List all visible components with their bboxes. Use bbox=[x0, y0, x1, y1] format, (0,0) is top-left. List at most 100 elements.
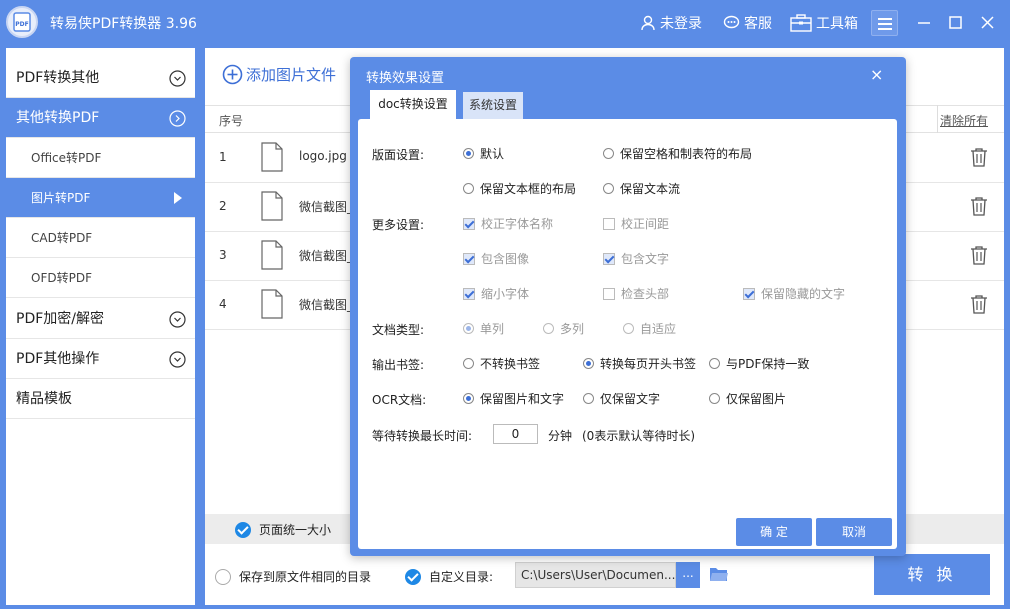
app-title: 转易侠PDF转换器 3.96 bbox=[50, 16, 197, 32]
layout-keep-textflow-radio[interactable]: 保留文本流 bbox=[603, 180, 680, 197]
trash-icon[interactable] bbox=[970, 245, 988, 265]
add-image-button[interactable]: 添加图片文件 bbox=[222, 64, 336, 85]
checkbox-checked-icon bbox=[603, 252, 615, 265]
checkbox-icon bbox=[603, 217, 615, 230]
minimize-button[interactable] bbox=[910, 8, 938, 36]
check-header-checkbox[interactable]: 检查头部 bbox=[603, 285, 669, 302]
sidebar-item-image-to-pdf[interactable]: 图片转PDF bbox=[6, 178, 195, 218]
sidebar-item-cad-to-pdf[interactable]: CAD转PDF bbox=[6, 218, 195, 258]
radio-icon bbox=[623, 323, 634, 334]
fix-font-name-checkbox[interactable]: 校正字体名称 bbox=[463, 215, 553, 232]
ocr-image-text-radio[interactable]: 保留图片和文字 bbox=[463, 390, 564, 407]
doc-type-label: 文档类型: bbox=[372, 323, 425, 337]
file-icon bbox=[261, 240, 283, 270]
maximize-button[interactable] bbox=[942, 8, 970, 36]
unify-size-label: 页面统一大小 bbox=[259, 523, 332, 537]
tab-system-settings[interactable]: 系统设置 bbox=[463, 92, 523, 119]
trash-icon[interactable] bbox=[970, 294, 988, 314]
login-button[interactable]: 未登录 bbox=[640, 13, 702, 33]
service-button[interactable]: 客服 bbox=[723, 13, 772, 33]
bookmark-none-radio[interactable]: 不转换书签 bbox=[463, 355, 540, 372]
sidebar-item-pdf-encrypt[interactable]: PDF加密/解密 bbox=[6, 299, 195, 339]
chevron-down-icon bbox=[169, 70, 186, 87]
save-same-dir-radio[interactable]: 保存到原文件相同的目录 bbox=[215, 568, 371, 585]
sidebar-item-templates[interactable]: 精品模板 bbox=[6, 379, 195, 419]
sidebar-item-other-to-pdf[interactable]: 其他转换PDF bbox=[6, 98, 195, 138]
file-icon bbox=[261, 289, 283, 319]
include-text-checkbox[interactable]: 包含文字 bbox=[603, 250, 669, 267]
ocr-image-only-radio[interactable]: 仅保留图片 bbox=[709, 390, 786, 407]
radio-icon bbox=[463, 358, 474, 369]
sidebar-item-pdf-other-ops[interactable]: PDF其他操作 bbox=[6, 339, 195, 379]
trash-icon[interactable] bbox=[970, 147, 988, 167]
menu-button[interactable] bbox=[871, 10, 898, 36]
radio-icon bbox=[583, 393, 594, 404]
row-number: 3 bbox=[219, 248, 227, 262]
option-label: 多列 bbox=[560, 322, 585, 336]
option-label: 校正字体名称 bbox=[481, 217, 554, 231]
close-button[interactable] bbox=[974, 8, 1002, 36]
conversion-settings-dialog: 转换效果设置 × doc转换设置 系统设置 版面设置: 默认 保留空格和制表符的… bbox=[350, 57, 906, 556]
checkbox-checked-icon bbox=[463, 287, 475, 300]
fix-spacing-checkbox[interactable]: 校正间距 bbox=[603, 215, 669, 232]
sidebar-item-pdf-to-other[interactable]: PDF转换其他 bbox=[6, 58, 195, 98]
bookmark-keep-pdf-radio[interactable]: 与PDF保持一致 bbox=[709, 355, 809, 372]
tab-doc-settings[interactable]: doc转换设置 bbox=[370, 90, 456, 119]
option-label: 转换每页开头书签 bbox=[600, 357, 697, 371]
clear-all-link[interactable]: 清除所有 bbox=[940, 112, 988, 129]
cancel-button[interactable]: 取消 bbox=[816, 518, 892, 546]
layout-keep-textbox-radio[interactable]: 保留文本框的布局 bbox=[463, 180, 576, 197]
file-icon bbox=[261, 191, 283, 221]
wait-time-input[interactable]: 0 bbox=[493, 424, 538, 444]
radio-icon bbox=[603, 148, 614, 159]
output-path-field[interactable]: C:\Users\User\Documen... bbox=[515, 562, 676, 588]
option-label: 单列 bbox=[480, 322, 505, 336]
ocr-text-only-radio[interactable]: 仅保留文字 bbox=[583, 390, 660, 407]
option-label: 保留图片和文字 bbox=[480, 392, 565, 406]
option-label: 不转换书签 bbox=[480, 357, 541, 371]
option-label: 默认 bbox=[480, 147, 505, 161]
dialog-title: 转换效果设置 bbox=[366, 71, 445, 86]
option-label: 自适应 bbox=[640, 322, 677, 336]
unify-size-checkbox[interactable]: 页面统一大小 bbox=[235, 521, 331, 538]
shrink-font-checkbox[interactable]: 缩小字体 bbox=[463, 285, 529, 302]
keep-hidden-text-checkbox[interactable]: 保留隐藏的文字 bbox=[743, 285, 845, 302]
check-circle-icon bbox=[235, 521, 251, 538]
login-label: 未登录 bbox=[660, 16, 702, 32]
arrow-right-icon bbox=[174, 192, 182, 204]
checkbox-icon bbox=[603, 287, 615, 300]
trash-icon[interactable] bbox=[970, 196, 988, 216]
check-circle-icon bbox=[405, 568, 421, 585]
radio-selected-icon bbox=[463, 393, 474, 404]
option-label: 与PDF保持一致 bbox=[726, 357, 810, 371]
doctype-single-radio[interactable]: 单列 bbox=[463, 320, 504, 337]
sidebar-item-ofd-to-pdf[interactable]: OFD转PDF bbox=[6, 258, 195, 298]
radio-selected-icon bbox=[583, 358, 594, 369]
app-logo-icon: PDF bbox=[6, 6, 38, 38]
layout-default-radio[interactable]: 默认 bbox=[463, 145, 504, 162]
ocr-label: OCR文档: bbox=[372, 393, 427, 407]
custom-dir-radio[interactable]: 自定义目录: bbox=[405, 568, 493, 585]
layout-keep-spaces-radio[interactable]: 保留空格和制表符的布局 bbox=[603, 145, 752, 162]
file-icon bbox=[261, 142, 283, 172]
chevron-down-icon bbox=[169, 351, 186, 368]
doctype-multi-radio[interactable]: 多列 bbox=[543, 320, 584, 337]
sidebar: PDF转换其他 其他转换PDF Office转PDF 图片转PDF CAD转PD… bbox=[6, 48, 195, 605]
browse-button[interactable]: ... bbox=[676, 562, 700, 588]
title-bar: PDF 转易侠PDF转换器 3.96 未登录 客服 工具箱 bbox=[0, 0, 1010, 46]
option-label: 包含文字 bbox=[621, 252, 670, 266]
chevron-down-icon bbox=[169, 311, 186, 328]
dialog-close-icon[interactable]: × bbox=[870, 65, 883, 84]
toolbox-button[interactable]: 工具箱 bbox=[790, 13, 858, 33]
convert-button[interactable]: 转 换 bbox=[874, 554, 990, 595]
include-images-checkbox[interactable]: 包含图像 bbox=[463, 250, 529, 267]
sidebar-item-label: Office转PDF bbox=[31, 151, 102, 165]
sidebar-item-label: PDF其他操作 bbox=[16, 351, 100, 367]
sidebar-item-office-to-pdf[interactable]: Office转PDF bbox=[6, 138, 195, 178]
folder-icon[interactable] bbox=[709, 566, 729, 582]
doctype-auto-radio[interactable]: 自适应 bbox=[623, 320, 676, 337]
bookmark-page-start-radio[interactable]: 转换每页开头书签 bbox=[583, 355, 696, 372]
option-label: 缩小字体 bbox=[481, 287, 530, 301]
radio-icon bbox=[603, 183, 614, 194]
ok-button[interactable]: 确 定 bbox=[736, 518, 812, 546]
